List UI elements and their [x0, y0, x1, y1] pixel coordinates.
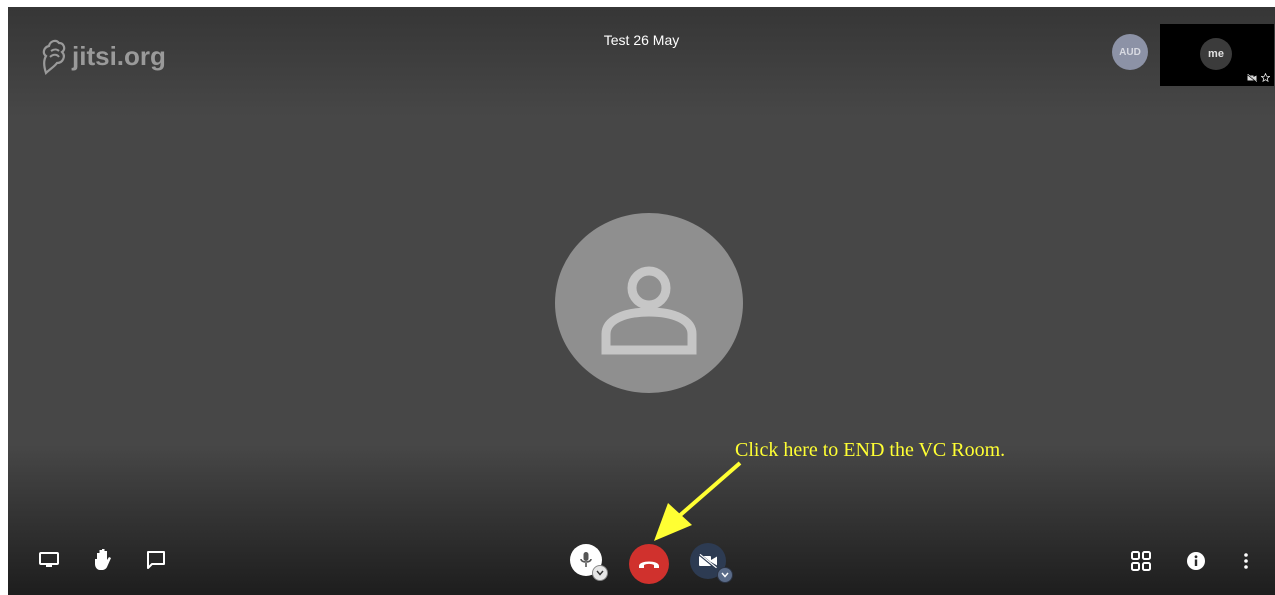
screen-share-button[interactable]	[36, 548, 62, 572]
meeting-title: Test 26 May	[603, 32, 680, 48]
annotation-arrow-icon	[654, 461, 742, 541]
local-participant-initials: me	[1208, 48, 1224, 60]
more-options-button[interactable]	[1236, 548, 1256, 574]
local-participant-avatar: me	[1200, 38, 1232, 70]
large-participant-avatar	[555, 213, 743, 393]
microphone-options-caret[interactable]	[592, 565, 608, 581]
local-video-thumbnail[interactable]: me	[1160, 24, 1274, 86]
star-icon	[1261, 73, 1270, 82]
instruction-annotation: Click here to END the VC Room.	[735, 439, 1006, 461]
default-user-icon	[601, 266, 697, 355]
thumbnail-status-icons	[1247, 73, 1270, 82]
raise-hand-icon	[95, 549, 111, 570]
screen-share-icon	[39, 552, 59, 567]
hangup-icon	[639, 561, 659, 568]
raise-hand-button[interactable]	[90, 546, 116, 572]
camera-off-icon	[698, 553, 717, 569]
camera-button[interactable]	[690, 543, 733, 583]
chevron-down-icon	[596, 570, 604, 576]
top-gradient	[8, 7, 1275, 117]
remote-participant-avatar[interactable]: AUD	[1112, 34, 1148, 70]
info-icon	[1187, 552, 1205, 570]
video-muted-icon	[1247, 73, 1257, 82]
info-button[interactable]	[1183, 548, 1209, 574]
conference-stage: jitsi.org Test 26 May AUD me Click here …	[8, 7, 1275, 595]
microphone-icon	[580, 552, 592, 567]
chat-button[interactable]	[143, 547, 169, 573]
remote-participant-initials: AUD	[1119, 46, 1141, 58]
chevron-down-icon	[721, 572, 729, 578]
more-options-icon	[1244, 553, 1248, 569]
camera-options-caret[interactable]	[717, 567, 733, 583]
tile-view-icon	[1131, 551, 1151, 571]
hangup-button[interactable]	[629, 544, 669, 584]
tile-view-button[interactable]	[1128, 548, 1154, 574]
microphone-button[interactable]	[570, 544, 608, 581]
chat-icon	[147, 551, 165, 569]
